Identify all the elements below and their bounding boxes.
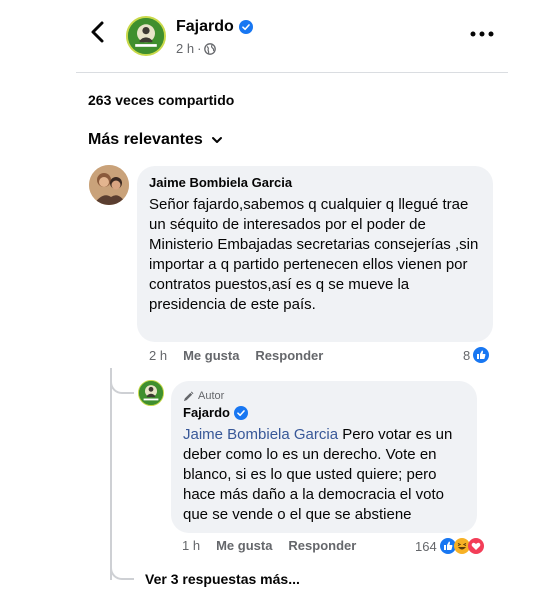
reply-text: Jaime Bombiela Garcia Pero votar es un d… (183, 425, 465, 525)
reply-button[interactable]: Responder (255, 348, 323, 363)
back-button[interactable] (88, 20, 112, 48)
thread-line (110, 368, 112, 580)
author-badge: Autor (183, 389, 465, 403)
thread-connector (110, 372, 134, 394)
verified-badge-icon (238, 20, 253, 34)
reply-button[interactable]: Responder (288, 538, 356, 553)
comment-text: Señor fajardo,sabemos q cualquier q lleg… (149, 196, 479, 313)
comment-sort-dropdown[interactable]: Más relevantes (88, 131, 223, 149)
post-header: Fajardo 2 h · (0, 0, 560, 70)
love-reaction-icon (467, 538, 484, 554)
header-divider (76, 72, 508, 73)
verified-badge-icon (233, 406, 248, 420)
sort-label: Más relevantes (88, 131, 203, 148)
page-name-text: Fajardo (176, 18, 234, 35)
reply-time[interactable]: 1 h (182, 538, 200, 553)
avatar-image (139, 381, 163, 405)
post-time[interactable]: 2 h (176, 41, 194, 56)
reaction-count: 8 (463, 347, 471, 363)
chevron-down-icon (211, 137, 222, 143)
more-options-button[interactable] (470, 24, 496, 44)
meta-separator: · (197, 41, 202, 56)
pen-icon (183, 391, 194, 401)
reply-reactions[interactable]: 164 (415, 538, 484, 554)
comment-author[interactable]: Jaime Bombiela Garcia (149, 174, 481, 192)
chevron-left-icon (91, 21, 104, 43)
like-reaction-icon (473, 347, 490, 363)
globe-icon (204, 42, 217, 55)
commenter-avatar[interactable] (89, 165, 129, 205)
reply-author-name: Fajardo (183, 405, 230, 420)
reaction-icons (439, 538, 484, 554)
page-name[interactable]: Fajardo (176, 18, 253, 36)
like-button[interactable]: Me gusta (183, 348, 239, 363)
thread-connector (110, 558, 134, 580)
view-more-replies-link[interactable]: Ver 3 respuestas más... (145, 571, 300, 587)
page-avatar[interactable] (126, 16, 166, 56)
like-button[interactable]: Me gusta (216, 538, 272, 553)
reply-bubble: Autor Fajardo Jaime Bombiela Garcia Pero… (171, 381, 477, 533)
more-dots-icon (470, 31, 494, 37)
comment-time[interactable]: 2 h (149, 348, 167, 363)
comment-actions: 2 h Me gusta Responder (149, 348, 323, 363)
comment-reactions[interactable]: 8 (463, 347, 490, 363)
avatar-image (89, 165, 129, 205)
avatar-image (128, 18, 164, 54)
reaction-count: 164 (415, 538, 437, 554)
reply-avatar[interactable] (138, 380, 164, 406)
post-meta: 2 h · (176, 41, 217, 56)
share-count[interactable]: 263 veces compartido (88, 92, 234, 108)
reply-actions: 1 h Me gusta Responder (182, 538, 356, 553)
comment-bubble: Jaime Bombiela Garcia Señor fajardo,sabe… (137, 166, 493, 342)
reply-author[interactable]: Fajardo (183, 404, 465, 422)
mention-link[interactable]: Jaime Bombiela Garcia (183, 426, 338, 443)
author-badge-label: Autor (198, 390, 225, 402)
